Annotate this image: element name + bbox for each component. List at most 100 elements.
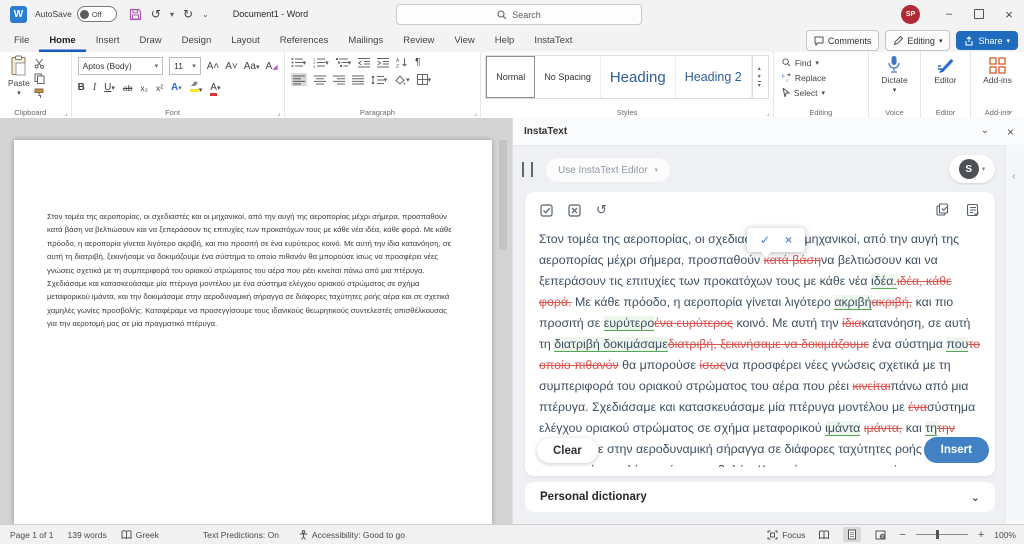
dictate-button[interactable]: Dictate ▾ [873, 55, 916, 94]
tab-mailings[interactable]: Mailings [338, 28, 393, 52]
text-run-deletion[interactable]: ακριβή, [872, 295, 913, 309]
customize-qat-icon[interactable]: ⌄ [202, 10, 209, 19]
superscript-button[interactable]: x² [156, 83, 163, 93]
instatext-text[interactable]: Στον τομέα της αεροπορίας, οι σχεδιαστές… [539, 229, 982, 467]
bold-button[interactable]: B [78, 82, 85, 93]
tab-home[interactable]: Home [39, 28, 85, 52]
style-normal[interactable]: Normal [486, 56, 536, 98]
font-color-button[interactable]: A▾ [210, 82, 220, 96]
tab-instatext[interactable]: InstaText [524, 28, 582, 52]
text-run-insertion[interactable]: που [946, 337, 969, 352]
text-run-deletion[interactable]: ίσως [699, 358, 725, 372]
accept-change-button[interactable]: ✓ [760, 233, 770, 247]
document-paragraph[interactable]: Στον τομέα της αεροπορίας, οι σχεδιαστές… [47, 210, 456, 331]
subscript-button[interactable]: x₂ [140, 83, 148, 93]
bullets-button[interactable]: ▾ [291, 57, 306, 68]
shrink-font-button[interactable]: A˅ [225, 61, 238, 72]
line-spacing-button[interactable]: ▾ [370, 75, 387, 85]
text-run-insertion[interactable]: ευρύτερο [603, 316, 655, 331]
grow-font-button[interactable]: A˄ [207, 61, 220, 72]
read-mode-button[interactable] [815, 527, 833, 542]
sort-button[interactable]: AZ [396, 57, 408, 68]
zoom-slider[interactable] [915, 530, 968, 539]
document-scrollbar[interactable] [499, 140, 507, 250]
undo-button[interactable]: ↺ [151, 8, 161, 20]
align-center-button[interactable] [313, 75, 326, 85]
collapse-panel-icon[interactable]: ‹ [1012, 171, 1015, 182]
search-input[interactable]: Search [396, 4, 642, 25]
zoom-in-button[interactable]: + [978, 529, 984, 541]
tab-draw[interactable]: Draw [129, 28, 171, 52]
decrease-indent-button[interactable] [358, 57, 371, 68]
copy-result-button[interactable] [936, 203, 950, 217]
font-dialog-launcher[interactable]: ⌟ [277, 109, 280, 117]
text-run-deletion[interactable]: ίδια [842, 316, 862, 330]
word-app-icon[interactable]: W [10, 5, 27, 23]
panel-drag-handle-icon[interactable] [522, 162, 533, 177]
borders-button[interactable]: ▾ [416, 74, 431, 85]
autosave-toggle[interactable]: Off [76, 6, 117, 22]
font-size-select[interactable]: 11 ▾ [169, 57, 201, 75]
copy-button[interactable] [34, 73, 45, 84]
tab-insert[interactable]: Insert [86, 28, 130, 52]
numbering-button[interactable]: 1 2 3 ▾ [313, 57, 329, 68]
focus-mode-button[interactable]: Focus [767, 530, 805, 540]
highlight-button[interactable]: ▾ [189, 80, 202, 95]
reject-change-button[interactable]: × [785, 233, 792, 247]
text-run-deletion[interactable]: ένα ευρύτερος [654, 316, 733, 330]
align-right-button[interactable] [332, 75, 345, 85]
multilevel-list-button[interactable]: ▾ [335, 57, 351, 68]
user-avatar[interactable]: SP [901, 4, 920, 24]
cut-button[interactable] [34, 58, 45, 69]
editor-button[interactable]: Editor [925, 57, 966, 85]
reject-all-button[interactable] [568, 203, 581, 217]
text-run-deletion[interactable]: κατά βάση [764, 253, 821, 267]
tab-layout[interactable]: Layout [221, 28, 270, 52]
tab-references[interactable]: References [270, 28, 339, 52]
align-left-button[interactable] [290, 73, 307, 86]
text-run-insertion[interactable]: ιδέα. [871, 274, 897, 289]
text-effects-button[interactable]: A▾ [171, 82, 182, 93]
font-name-select[interactable]: Aptos (Body) ▾ [77, 57, 164, 75]
track-changes-note-button[interactable] [966, 203, 980, 217]
text-run-deletion[interactable]: την [937, 421, 955, 435]
use-instatext-editor-dropdown[interactable]: Use InstaText Editor ▾ [545, 157, 671, 183]
document-page[interactable]: Στον τομέα της αεροπορίας, οι σχεδιαστές… [14, 140, 492, 524]
addins-button[interactable]: Add-ins [975, 57, 1020, 85]
text-run-insertion[interactable]: διατριβή δοκιμάσαμε [554, 337, 668, 352]
accessibility-status[interactable]: Accessibility: Good to go [299, 529, 405, 540]
accept-all-button[interactable] [540, 203, 553, 217]
clear-formatting-button[interactable]: A◢ [266, 61, 278, 72]
zoom-out-button[interactable]: − [899, 529, 905, 541]
clear-button[interactable]: Clear [537, 438, 598, 463]
web-layout-button[interactable] [871, 527, 889, 542]
undo-dropdown-icon[interactable]: ▾ [170, 10, 174, 19]
close-button[interactable]: × [994, 0, 1024, 28]
share-button[interactable]: Share ▾ [956, 31, 1018, 50]
change-case-button[interactable]: Aa▾ [244, 61, 260, 72]
justify-button[interactable] [351, 75, 364, 85]
styles-dialog-launcher[interactable]: ⌟ [767, 109, 770, 117]
maximize-button[interactable] [964, 0, 994, 28]
panel-options-chevron-icon[interactable]: ⌄ [981, 125, 989, 139]
proofing-status[interactable]: Greek [121, 530, 159, 540]
zoom-level[interactable]: 100% [994, 530, 1016, 540]
italic-button[interactable]: I [93, 82, 96, 93]
zoom-slider-thumb[interactable] [935, 530, 939, 539]
print-layout-button[interactable] [843, 527, 862, 542]
shading-button[interactable]: ▾ [394, 74, 410, 85]
styles-gallery-more-button[interactable]: ▴ ▾ ▾ [751, 56, 766, 98]
style-heading[interactable]: Heading [601, 56, 676, 98]
tab-file[interactable]: File [4, 28, 39, 52]
increase-indent-button[interactable] [377, 57, 390, 68]
clipboard-dialog-launcher[interactable]: ⌟ [64, 109, 67, 117]
tab-design[interactable]: Design [172, 28, 222, 52]
find-button[interactable]: Find ▾ [782, 55, 864, 70]
text-run-insertion[interactable]: ακριβή [834, 295, 872, 310]
page-indicator[interactable]: Page 1 of 1 [10, 530, 53, 540]
tab-help[interactable]: Help [485, 28, 525, 52]
text-run-insertion[interactable]: ιμάντα [825, 421, 861, 436]
text-run-deletion[interactable]: διατριβή, ξεκινήσαμε να δοκιμάζουμε [668, 337, 869, 351]
text-predictions-toggle[interactable]: Text Predictions: On [203, 530, 279, 540]
editing-mode-button[interactable]: Editing ▾ [885, 30, 951, 51]
